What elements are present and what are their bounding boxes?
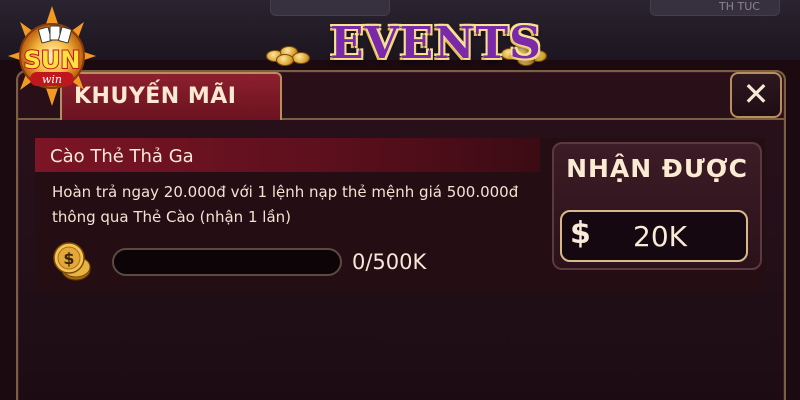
progress-bar: [112, 248, 342, 276]
background-button: [270, 0, 390, 16]
svg-text:$: $: [63, 249, 74, 268]
background-button: [650, 0, 780, 16]
reward-amount: 20K: [633, 220, 687, 253]
sunwin-logo: SUN win: [8, 6, 96, 106]
dollar-coin-icon: $: [53, 242, 91, 281]
background-label: TH TUC: [719, 0, 760, 13]
event-title: Cào Thẻ Thả Ga: [50, 146, 194, 167]
close-button[interactable]: ✕: [730, 72, 782, 118]
close-icon: ✕: [742, 75, 770, 113]
reward-title: NHẬN ĐƯỢC: [566, 154, 748, 183]
events-title: EVENTS: [330, 18, 542, 69]
logo-text: SUN: [24, 46, 81, 74]
coin-pile-left: [262, 40, 322, 66]
logo-subtext: win: [42, 73, 62, 86]
event-description-line1: Hoàn trả ngay 20.000đ với 1 lệnh nạp thẻ…: [52, 183, 519, 201]
event-description-line2: thông qua Thẻ Cào (nhận 1 lần): [52, 208, 291, 226]
tab-label: KHUYẾN MÃI: [74, 84, 237, 109]
dollar-icon: $: [570, 216, 591, 251]
progress-text: 0/500K: [352, 250, 427, 274]
